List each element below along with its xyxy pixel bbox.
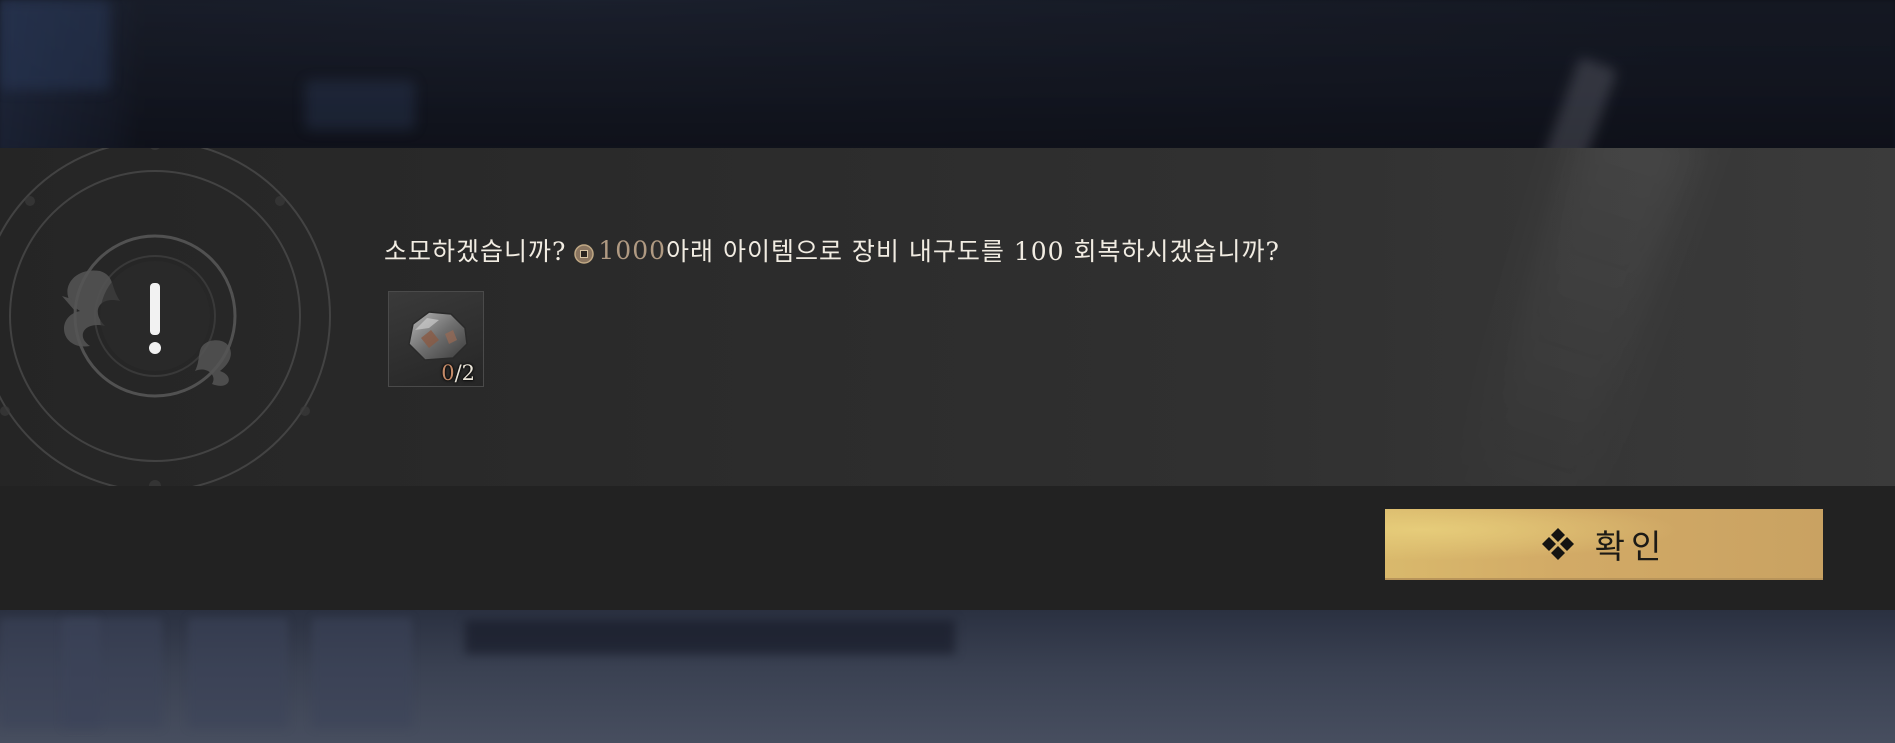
background-panel-blur: [0, 0, 110, 90]
dialog-body: 소모하겠습니까? 1000 아래 아이템으로 장비 내구도를 100 회복하시겠…: [0, 148, 1895, 486]
item-count-have: 0: [441, 361, 455, 385]
item-count: 0/2: [441, 361, 475, 385]
game-scene: 소모하겠습니까? 1000 아래 아이템으로 장비 내구도를 100 회복하시겠…: [0, 0, 1895, 743]
coin-icon: [574, 241, 595, 264]
message-suffix: 아래 아이템으로 장비 내구도를 100 회복하시겠습니까?: [666, 237, 1280, 266]
dialog-message: 소모하겠습니까? 1000 아래 아이템으로 장비 내구도를 100 회복하시겠…: [384, 232, 1280, 268]
message-prefix: 소모하겠습니까?: [384, 237, 567, 266]
diamond-cluster-icon: [1541, 527, 1575, 561]
confirm-button[interactable]: 확인: [1385, 509, 1823, 580]
background-bottom-blurred: [0, 608, 1895, 743]
confirm-label: 확인: [1594, 526, 1668, 566]
repair-cost: 1000: [598, 235, 667, 265]
required-item-slot[interactable]: 0/2: [388, 291, 484, 387]
background-panel-blur: [305, 80, 415, 130]
ore-material-icon: [408, 311, 468, 361]
exclamation-emblem-icon: [0, 148, 370, 486]
item-count-need: /2: [454, 361, 475, 385]
repair-confirm-dialog: 소모하겠습니까? 1000 아래 아이템으로 장비 내구도를 100 회복하시겠…: [0, 148, 1895, 610]
